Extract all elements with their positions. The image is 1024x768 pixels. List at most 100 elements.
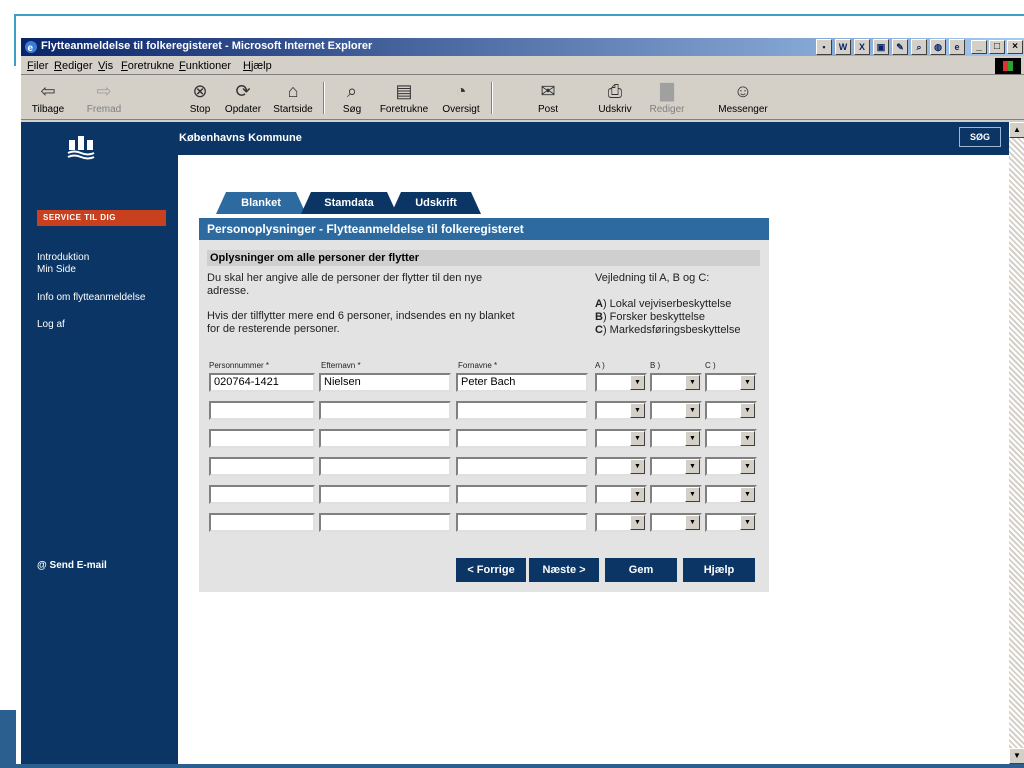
chevron-down-icon[interactable]: ▼	[630, 375, 645, 390]
cpr-field[interactable]	[209, 513, 315, 532]
chevron-down-icon[interactable]: ▼	[685, 431, 700, 446]
vertical-scrollbar[interactable]: ▲ ▼	[1009, 122, 1024, 764]
scroll-down-icon[interactable]: ▼	[1009, 748, 1024, 764]
protection-a-select[interactable]: ▼	[595, 429, 647, 448]
nav-log-off[interactable]: Log af	[37, 319, 65, 330]
home-button[interactable]: ⌂ Startside	[269, 78, 317, 118]
tab-blanket[interactable]: Blanket	[216, 192, 306, 214]
ie-tray-icon[interactable]: e	[949, 39, 965, 55]
refresh-button[interactable]: ⟳ Opdater	[221, 78, 265, 118]
print-button[interactable]: ⎙ Udskriv	[593, 78, 637, 118]
nav-info-moving[interactable]: Info om flytteanmeldelse	[37, 292, 145, 303]
forward-button[interactable]: ⇨ Fremad	[81, 78, 127, 118]
cpr-field[interactable]	[209, 485, 315, 504]
edit-button[interactable]: ▇ Rediger	[645, 78, 689, 118]
protection-a-select[interactable]: ▼	[595, 485, 647, 504]
mail-button[interactable]: ✉ Post	[531, 78, 565, 118]
surname-field[interactable]	[319, 429, 451, 448]
minimize-icon[interactable]: _	[971, 40, 987, 54]
chevron-down-icon[interactable]: ▼	[740, 515, 755, 530]
nav-introduction[interactable]: Introduktion	[37, 252, 89, 263]
surname-field[interactable]	[319, 401, 451, 420]
messenger-button[interactable]: ☺ Messenger	[713, 78, 773, 118]
powerpoint-icon[interactable]: ▣	[873, 39, 889, 55]
chevron-down-icon[interactable]: ▼	[630, 515, 645, 530]
menu-tools[interactable]: Funktioner	[179, 60, 231, 72]
protection-c-select[interactable]: ▼	[705, 401, 757, 420]
chevron-down-icon[interactable]: ▼	[685, 375, 700, 390]
protection-b-select[interactable]: ▼	[650, 429, 702, 448]
chevron-down-icon[interactable]: ▼	[630, 431, 645, 446]
chevron-down-icon[interactable]: ▼	[630, 459, 645, 474]
protection-b-select[interactable]: ▼	[650, 401, 702, 420]
chevron-down-icon[interactable]: ▼	[685, 459, 700, 474]
surname-field[interactable]	[319, 457, 451, 476]
chevron-down-icon[interactable]: ▼	[740, 431, 755, 446]
firstnames-field[interactable]	[456, 429, 588, 448]
chevron-down-icon[interactable]: ▼	[630, 487, 645, 502]
protection-b-select[interactable]: ▼	[650, 485, 702, 504]
protection-b-select[interactable]: ▼	[650, 513, 702, 532]
globe-icon[interactable]: ◍	[930, 39, 946, 55]
tools-icon[interactable]: ✎	[892, 39, 908, 55]
site-search-button[interactable]: SØG	[959, 127, 1001, 147]
surname-field[interactable]: Nielsen	[319, 373, 451, 392]
protection-a-select[interactable]: ▼	[595, 401, 647, 420]
firstnames-field[interactable]	[456, 513, 588, 532]
protection-a-select[interactable]: ▼	[595, 513, 647, 532]
surname-field[interactable]	[319, 513, 451, 532]
protection-b-select[interactable]: ▼	[650, 373, 702, 392]
chevron-down-icon[interactable]: ▼	[630, 403, 645, 418]
excel-icon[interactable]: X	[854, 39, 870, 55]
search-button[interactable]: ⌕ Søg	[335, 78, 369, 118]
protection-c-select[interactable]: ▼	[705, 429, 757, 448]
protection-c-select[interactable]: ▼	[705, 513, 757, 532]
word-icon[interactable]: W	[835, 39, 851, 55]
menu-file[interactable]: Filer	[27, 60, 48, 72]
chevron-down-icon[interactable]: ▼	[740, 403, 755, 418]
help-button[interactable]: Hjælp	[683, 558, 755, 582]
tab-udskrift[interactable]: Udskrift	[391, 192, 481, 214]
maximize-icon[interactable]: □	[989, 40, 1005, 54]
nav-my-page[interactable]: Min Side	[37, 264, 76, 275]
firstnames-field[interactable]: Peter Bach	[456, 373, 588, 392]
find-icon[interactable]: ⌕	[911, 39, 927, 55]
menu-edit[interactable]: Rediger	[54, 60, 93, 72]
tray-flag-icon[interactable]: ▪	[816, 39, 832, 55]
chevron-down-icon[interactable]: ▼	[740, 375, 755, 390]
next-button[interactable]: Næste >	[529, 558, 599, 582]
cpr-field[interactable]	[209, 457, 315, 476]
protection-b-select[interactable]: ▼	[650, 457, 702, 476]
chevron-down-icon[interactable]: ▼	[740, 487, 755, 502]
protection-a-select[interactable]: ▼	[595, 457, 647, 476]
send-email-link[interactable]: @ Send E-mail	[37, 560, 107, 571]
firstnames-field[interactable]	[456, 457, 588, 476]
protection-a-select[interactable]: ▼	[595, 373, 647, 392]
scroll-up-icon[interactable]: ▲	[1009, 122, 1024, 138]
cpr-field[interactable]: 020764-1421	[209, 373, 315, 392]
back-button[interactable]: ⇦ Tilbage	[25, 78, 71, 118]
history-button[interactable]: ◔ Oversigt	[437, 78, 485, 118]
cpr-field[interactable]	[209, 401, 315, 420]
previous-button[interactable]: < Forrige	[456, 558, 526, 582]
stop-button[interactable]: ⊗ Stop	[183, 78, 217, 118]
menu-view[interactable]: Vis	[98, 60, 113, 72]
cpr-field[interactable]	[209, 429, 315, 448]
protection-c-select[interactable]: ▼	[705, 457, 757, 476]
protection-c-select[interactable]: ▼	[705, 485, 757, 504]
back-arrow-icon: ⇦	[40, 81, 56, 101]
protection-c-select[interactable]: ▼	[705, 373, 757, 392]
favorites-button[interactable]: ▤ Foretrukne	[373, 78, 435, 118]
tab-stamdata[interactable]: Stamdata	[301, 192, 397, 214]
firstnames-field[interactable]	[456, 401, 588, 420]
chevron-down-icon[interactable]: ▼	[685, 403, 700, 418]
chevron-down-icon[interactable]: ▼	[685, 515, 700, 530]
firstnames-field[interactable]	[456, 485, 588, 504]
surname-field[interactable]	[319, 485, 451, 504]
chevron-down-icon[interactable]: ▼	[740, 459, 755, 474]
chevron-down-icon[interactable]: ▼	[685, 487, 700, 502]
menu-help[interactable]: Hjælp	[243, 60, 272, 72]
menu-favorites[interactable]: Foretrukne	[121, 60, 174, 72]
close-icon[interactable]: ×	[1007, 40, 1023, 54]
save-button[interactable]: Gem	[605, 558, 677, 582]
